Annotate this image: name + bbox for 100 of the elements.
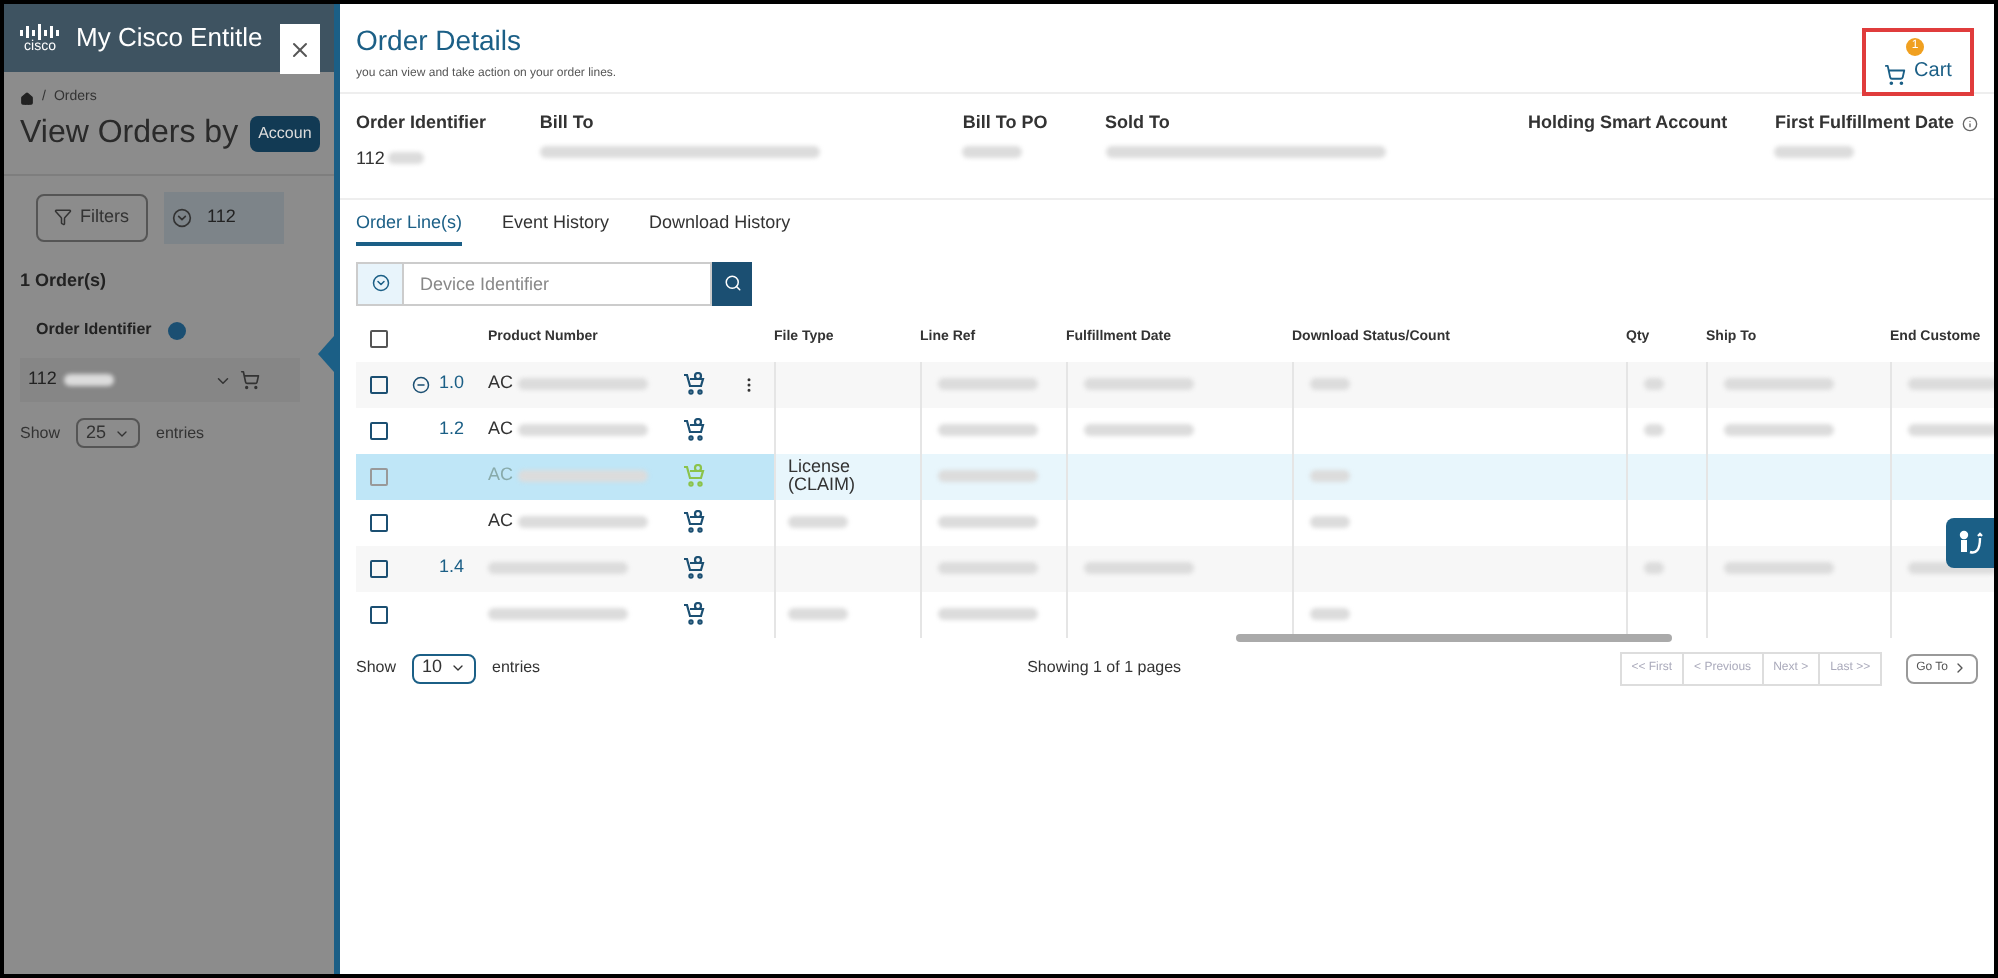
dropdown-icon[interactable]	[171, 207, 191, 227]
search-icon	[723, 274, 741, 292]
blurred-text	[1644, 378, 1664, 390]
blurred-text	[1310, 608, 1350, 620]
view-button[interactable]: Accoun	[250, 115, 320, 151]
home-icon[interactable]	[20, 91, 34, 106]
blurred-text	[517, 470, 648, 482]
accessibility-button[interactable]	[1946, 518, 1994, 568]
blurred-text	[1310, 378, 1350, 390]
cart-icon[interactable]	[682, 418, 706, 442]
app-title: My Cisco Entitle	[76, 20, 263, 57]
order-identifier[interactable]: 112	[28, 366, 57, 394]
blurred-text	[938, 378, 1038, 390]
blurred-text	[1644, 562, 1664, 574]
close-icon	[288, 37, 312, 61]
tab[interactable]: Download History	[649, 210, 791, 245]
table-row[interactable]: AC License (CLAIM)	[356, 453, 1994, 499]
blurred-text	[938, 516, 1038, 528]
entries-label: entries	[156, 421, 205, 445]
line-number: 1.2	[438, 416, 464, 443]
blurred-text	[962, 145, 1023, 157]
row-checkbox[interactable]	[369, 513, 387, 531]
blurred-text	[388, 152, 425, 165]
search-button[interactable]	[712, 261, 752, 305]
page-size-select[interactable]: 10	[412, 653, 477, 683]
row-checkbox[interactable]	[369, 421, 387, 439]
field-label: Bill To	[539, 110, 594, 136]
blurred-text	[1310, 516, 1350, 528]
page-status: Showing 1 of 1 pages	[1027, 656, 1184, 680]
cart-icon[interactable]	[240, 370, 260, 390]
blurred-text	[1310, 470, 1350, 482]
table-row[interactable]: 1.2 AC	[356, 407, 1994, 453]
product-number: AC	[488, 462, 514, 489]
blurred-text	[1644, 424, 1664, 436]
blurred-text	[488, 562, 628, 574]
table-row[interactable]: 1.0 AC	[356, 361, 1994, 407]
blurred-text	[788, 516, 848, 528]
field-label: Sold To	[1105, 110, 1170, 136]
entries-label: entries	[492, 656, 541, 680]
blurred-text	[788, 608, 848, 620]
order-search-value[interactable]: 112	[207, 203, 236, 231]
row-checkbox[interactable]	[369, 375, 387, 393]
blurred-text	[938, 470, 1038, 482]
row-checkbox[interactable]	[369, 467, 387, 485]
tab[interactable]: Order Line(s)	[356, 210, 463, 245]
blurred-text	[1724, 378, 1834, 390]
close-button[interactable]	[280, 24, 320, 74]
cart-icon	[1884, 64, 1907, 86]
blurred-text	[1084, 424, 1194, 436]
blurred-text	[938, 562, 1038, 574]
field-label: First Fulfillment Date	[1774, 110, 1954, 136]
person-icon	[1956, 529, 1984, 557]
blurred-text	[1724, 562, 1834, 574]
chevron-down-icon	[450, 660, 467, 676]
blurred-text	[1084, 378, 1194, 390]
panel-title: Order Details	[356, 22, 523, 60]
blurred-text	[1908, 378, 1994, 390]
product-number: AC	[488, 416, 514, 443]
field-value: 112	[356, 145, 385, 171]
cart-icon[interactable]	[682, 602, 706, 626]
dropdown-icon[interactable]	[371, 274, 389, 292]
blurred-text	[1774, 145, 1855, 157]
table-row[interactable]: 1.4	[356, 545, 1994, 591]
info-icon[interactable]	[1962, 115, 1978, 132]
field-label: Bill To PO	[962, 110, 1048, 136]
blurred-text	[1724, 424, 1834, 436]
blurred-text	[488, 608, 628, 620]
page-title: View Orders by	[20, 113, 239, 153]
show-label: Show	[20, 421, 61, 445]
column-header: Order Identifier	[36, 318, 152, 342]
horizontal-scrollbar[interactable]	[1236, 633, 1672, 641]
blurred-text	[938, 424, 1038, 436]
order-count: 1 Order(s)	[18, 267, 109, 294]
device-search-field[interactable]: Device Identifier	[402, 261, 712, 305]
cart-icon[interactable]	[682, 510, 706, 534]
line-number: 1.4	[438, 554, 464, 581]
row-checkbox[interactable]	[369, 605, 387, 623]
product-number: AC	[488, 370, 514, 397]
show-label: Show	[356, 656, 397, 680]
blurred-text	[517, 516, 648, 528]
field-label: Order Identifier	[356, 110, 487, 136]
blurred-text	[64, 374, 115, 386]
table-row[interactable]: AC	[356, 499, 1994, 545]
blurred-text	[517, 424, 648, 436]
product-number: AC	[488, 508, 514, 535]
blurred-text	[1084, 562, 1194, 574]
row-checkbox[interactable]	[369, 559, 387, 577]
select-all-checkbox[interactable]	[369, 330, 387, 348]
cart-icon[interactable]	[682, 372, 706, 396]
help-icon[interactable]	[167, 321, 186, 339]
tab[interactable]: Event History	[502, 210, 610, 245]
page-size-select[interactable]: 25	[76, 418, 141, 448]
field-label: Holding Smart Account	[1527, 110, 1728, 136]
filters-button[interactable]: Filters	[36, 193, 147, 241]
file-type: License (CLAIM)	[788, 457, 857, 495]
blurred-text	[938, 608, 1038, 620]
collapse-icon[interactable]	[412, 375, 431, 393]
blurred-text	[1908, 424, 1994, 436]
cart-icon[interactable]	[682, 556, 706, 580]
blurred-text	[517, 378, 648, 390]
